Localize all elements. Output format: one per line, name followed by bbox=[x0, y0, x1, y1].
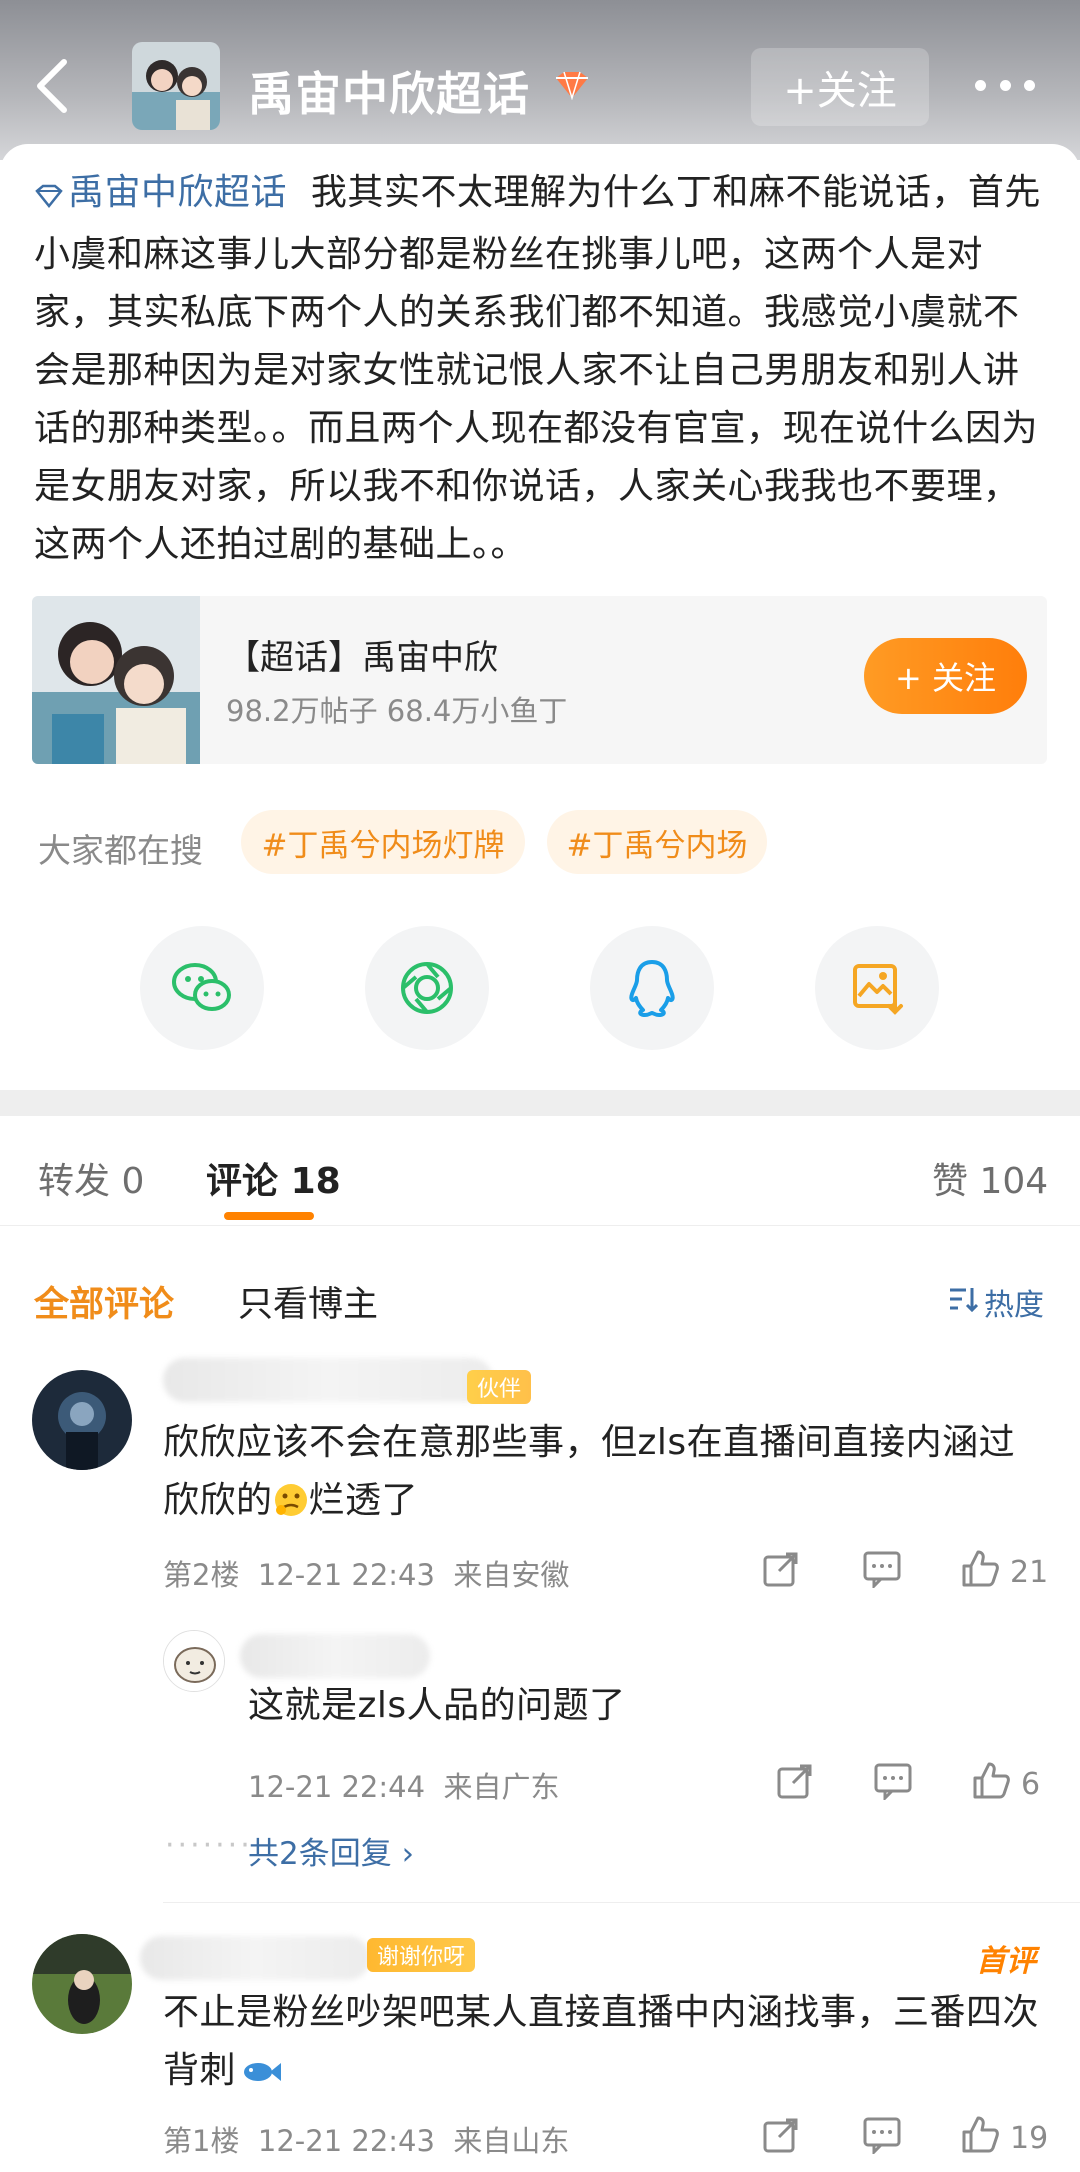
first-comment-badge: 首评 bbox=[976, 1944, 1036, 1979]
avatar[interactable] bbox=[32, 1934, 132, 2034]
active-tab-indicator bbox=[224, 1212, 314, 1220]
avatar[interactable] bbox=[32, 1370, 132, 1470]
reply-time: 12-21 22:44 bbox=[248, 1770, 426, 1804]
save-image-icon[interactable] bbox=[815, 926, 939, 1050]
comment-text-main: 不止是粉丝吵架吧某人直接直播中内涵找事，三番四次背刺 bbox=[163, 1992, 1040, 2091]
wechat-icon[interactable] bbox=[140, 926, 264, 1050]
weibo-post-page: 禹宙中欣超话 +关注 禹宙中欣超话 我其实不太理解为什么丁和麻不能说话，首先小虞… bbox=[0, 0, 1080, 2172]
supertopic-card[interactable]: 【超话】禹宙中欣 98.2万帖子 68.4万小鱼丁 + 关注 bbox=[32, 596, 1047, 764]
reply-like-count: 6 bbox=[1021, 1766, 1041, 1802]
comment-text-tail: 烂透了 bbox=[308, 1480, 419, 1521]
trending-search-label: 大家都在搜 bbox=[38, 831, 203, 870]
more-icon[interactable] bbox=[975, 80, 1035, 94]
moments-icon[interactable] bbox=[365, 926, 489, 1050]
like-count: 19 bbox=[1010, 2120, 1049, 2156]
supertopic-stats: 98.2万帖子 68.4万小鱼丁 bbox=[226, 694, 568, 728]
reply-icon[interactable] bbox=[862, 2116, 902, 2154]
tab-likes-label: 赞 bbox=[932, 1161, 969, 1202]
reply-icon[interactable] bbox=[862, 1550, 902, 1588]
share-icon[interactable] bbox=[762, 2116, 800, 2154]
interaction-tabs: 转发 0 评论 18 赞 104 bbox=[0, 1116, 1080, 1226]
qq-icon[interactable] bbox=[590, 926, 714, 1050]
comment-time: 12-21 22:43 bbox=[257, 1558, 435, 1592]
comment-separator bbox=[163, 1902, 1080, 1903]
supertopic-gem-icon bbox=[552, 70, 592, 104]
topic-link-label: 禹宙中欣超话 bbox=[68, 172, 288, 213]
like-button[interactable]: 19 bbox=[960, 2114, 1048, 2162]
chevron-right-icon: › bbox=[401, 1836, 414, 1872]
comment-meta: 第2楼 12-21 22:43 来自安徽 bbox=[163, 1552, 569, 1594]
sort-hot-button[interactable]: 热度 bbox=[948, 1280, 1044, 1324]
trending-tag-2[interactable]: #丁禹兮内场 bbox=[547, 810, 767, 874]
view-more-replies[interactable]: 共2条回复 › bbox=[248, 1828, 414, 1873]
reply-location: 来自广东 bbox=[443, 1770, 560, 1804]
section-divider bbox=[0, 1090, 1080, 1116]
comment-time: 12-21 22:43 bbox=[257, 2124, 435, 2158]
back-icon[interactable] bbox=[32, 56, 72, 116]
comment-text: 不止是粉丝吵架吧某人直接直播中内涵找事，三番四次背刺 bbox=[163, 1984, 1043, 2104]
like-button[interactable]: 21 bbox=[960, 1548, 1048, 1596]
tab-comments-count: 18 bbox=[290, 1161, 341, 1202]
filter-host-only[interactable]: 只看博主 bbox=[238, 1276, 378, 1327]
reply-text: 这就是zls人品的问题了 bbox=[248, 1685, 626, 1726]
tab-comments-label: 评论 bbox=[206, 1161, 279, 1202]
thumbs-up-icon bbox=[960, 1548, 1000, 1596]
follow-button[interactable]: +关注 bbox=[751, 48, 929, 126]
topic-avatar[interactable] bbox=[132, 42, 220, 130]
supertopic-name: 【超话】禹宙中欣 bbox=[226, 638, 498, 678]
reply-icon[interactable] bbox=[873, 1762, 913, 1800]
like-button[interactable]: 6 bbox=[971, 1760, 1040, 1808]
page-title: 禹宙中欣超话 bbox=[248, 67, 530, 121]
sort-icon bbox=[948, 1285, 979, 1320]
post-card: 禹宙中欣超话 我其实不太理解为什么丁和麻不能说话，首先小虞和麻这事儿大部分都是粉… bbox=[0, 144, 1080, 1090]
like-count: 21 bbox=[1010, 1554, 1049, 1590]
comment-location: 来自安徽 bbox=[453, 1558, 570, 1592]
comment-floor: 第2楼 bbox=[163, 1558, 240, 1592]
post-body: 禹宙中欣超话 我其实不太理解为什么丁和麻不能说话，首先小虞和麻这事儿大部分都是粉… bbox=[34, 164, 1054, 574]
topic-gem-icon bbox=[34, 168, 64, 226]
avatar[interactable] bbox=[163, 1630, 225, 1692]
fan-badge: 伙伴 bbox=[467, 1370, 532, 1404]
comment-location: 来自山东 bbox=[453, 2124, 570, 2158]
thumbs-up-icon bbox=[960, 2114, 1000, 2162]
thinking-emoji-icon bbox=[273, 1478, 309, 1536]
reply-meta: 12-21 22:44 来自广东 bbox=[248, 1764, 560, 1806]
share-icon[interactable] bbox=[776, 1762, 814, 1800]
trending-tag-1[interactable]: #丁禹兮内场灯牌 bbox=[241, 810, 525, 874]
fan-badge: 谢谢你呀 bbox=[367, 1938, 476, 1972]
tab-comments[interactable]: 评论 18 bbox=[206, 1152, 341, 1204]
supertopic-cover bbox=[32, 596, 200, 764]
more-replies-label: 共2条回复 bbox=[248, 1836, 392, 1872]
username-blurred[interactable] bbox=[240, 1634, 430, 1678]
comment-floor: 第1楼 bbox=[163, 2124, 240, 2158]
share-icon[interactable] bbox=[762, 1550, 800, 1588]
fish-emoji-icon bbox=[240, 2046, 282, 2104]
filter-all-comments[interactable]: 全部评论 bbox=[34, 1276, 174, 1327]
tab-likes-count: 104 bbox=[979, 1161, 1049, 1202]
tab-repost-label: 转发 bbox=[38, 1161, 111, 1202]
top-bar: 禹宙中欣超话 +关注 bbox=[0, 0, 1080, 160]
comment-filters: 全部评论 只看博主 热度 bbox=[0, 1226, 1080, 1346]
topic-link[interactable]: 禹宙中欣超话 bbox=[34, 172, 287, 213]
thumbs-up-icon bbox=[971, 1760, 1011, 1808]
tab-repost[interactable]: 转发 0 bbox=[38, 1152, 144, 1204]
thread-dots: ······· bbox=[165, 1828, 253, 1863]
comment-text: 欣欣应该不会在意那些事，但zls在直播间直接内涵过欣欣的 烂透了 bbox=[163, 1414, 1043, 1536]
username-blurred[interactable] bbox=[163, 1358, 493, 1402]
tab-likes[interactable]: 赞 104 bbox=[932, 1152, 1048, 1204]
username-blurred[interactable] bbox=[140, 1936, 370, 1980]
sort-label: 热度 bbox=[984, 1288, 1044, 1323]
tab-repost-count: 0 bbox=[121, 1161, 145, 1202]
post-text: 我其实不太理解为什么丁和麻不能说话，首先小虞和麻这事儿大部分都是粉丝在挑事儿吧，… bbox=[34, 172, 1041, 565]
comment-meta: 第1楼 12-21 22:43 来自山东 bbox=[163, 2118, 569, 2160]
supertopic-follow-button[interactable]: + 关注 bbox=[864, 638, 1027, 714]
